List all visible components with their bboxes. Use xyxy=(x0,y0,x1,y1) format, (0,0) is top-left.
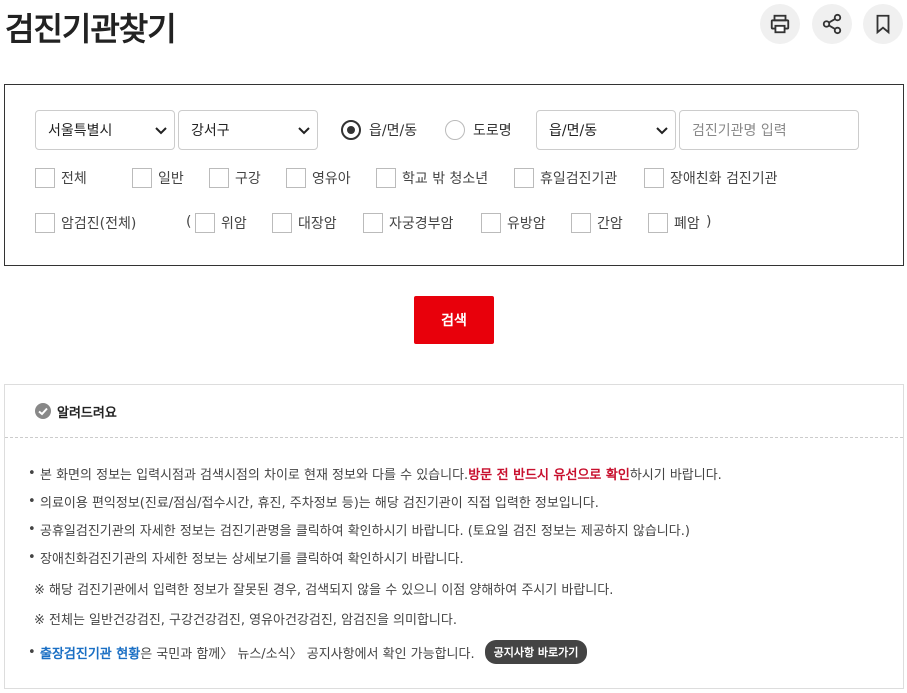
checkbox-cancer-lung[interactable]: 폐암 xyxy=(648,213,700,233)
institution-name-input[interactable]: 검진기관명 입력 xyxy=(679,110,859,150)
checkbox-cancer-stomach[interactable]: 위암 xyxy=(195,213,247,233)
mobile-checkup-link[interactable]: 출장검진기관 현황 xyxy=(40,643,140,662)
print-icon xyxy=(770,14,790,34)
bookmark-button[interactable] xyxy=(863,4,903,44)
notice-board-button[interactable]: 공지사항 바로가기 xyxy=(484,640,588,664)
share-icon xyxy=(822,13,842,35)
print-button[interactable] xyxy=(760,4,800,44)
notice-line: • 의료이용 편익정보(진료/점심/접수시간, 휴진, 주차정보 등)는 해당 … xyxy=(28,494,599,511)
page-title: 검진기관찾기 xyxy=(5,10,177,48)
checkbox-type-youth[interactable]: 학교 밖 청소년 xyxy=(376,168,488,188)
city-select[interactable]: 서울특별시 xyxy=(35,110,175,150)
radio-dong[interactable]: 읍/면/동 xyxy=(341,120,417,140)
checkbox-cancer-colon[interactable]: 대장암 xyxy=(272,213,337,233)
notice-line: ※ 해당 검진기관에서 입력한 정보가 잘못된 경우, 검색되지 않을 수 있으… xyxy=(34,583,614,598)
radio-dot xyxy=(445,120,465,140)
checkbox-type-all[interactable]: 전체 xyxy=(35,168,87,188)
notice-line: ※ 전체는 일반건강검진, 구강건강검진, 영유아건강검진, 암검진을 의미합니… xyxy=(34,613,457,628)
checkbox-cancer-all[interactable]: 암검진(전체) xyxy=(35,213,136,233)
notice-line: • 출장검진기관 현황 은 국민과 함께〉 뉴스/소식〉 공지사항에서 확인 가… xyxy=(28,640,588,664)
dong-select[interactable]: 읍/면/동 xyxy=(536,110,676,150)
checkbox-cancer-breast[interactable]: 유방암 xyxy=(481,213,546,233)
paren-open: ( xyxy=(186,214,192,230)
checkbox-type-infant[interactable]: 영유아 xyxy=(286,168,351,188)
search-button[interactable]: 검색 xyxy=(414,296,494,344)
paren-close: ) xyxy=(706,214,712,230)
check-circle-icon xyxy=(35,403,51,419)
notice-emphasis: 방문 전 반드시 유선으로 확인 xyxy=(468,468,630,483)
notice-line: • 장애친화검진기관의 자세한 정보는 상세보기를 클릭하여 확인하시기 바랍니… xyxy=(28,550,464,567)
notice-line: • 공휴일검진기관의 자세한 정보는 검진기관명을 클릭하여 확인하시기 바랍니… xyxy=(28,522,690,539)
checkbox-cancer-liver[interactable]: 간암 xyxy=(571,213,623,233)
chevron-down-icon xyxy=(656,127,668,135)
bookmark-icon xyxy=(876,14,890,35)
radio-road[interactable]: 도로명 xyxy=(445,120,512,140)
checkbox-type-holiday[interactable]: 휴일검진기관 xyxy=(514,168,617,188)
notice-title: 알려드려요 xyxy=(57,405,117,421)
notice-line: • 본 화면의 정보는 입력시점과 검색시점의 차이로 현재 정보와 다를 수 … xyxy=(28,466,722,483)
chevron-down-icon xyxy=(155,127,167,135)
checkbox-type-general[interactable]: 일반 xyxy=(132,168,184,188)
checkbox-type-oral[interactable]: 구강 xyxy=(209,168,261,188)
checkbox-cancer-cervical[interactable]: 자궁경부암 xyxy=(363,213,453,233)
notice-header: 알려드려요 xyxy=(5,385,903,438)
chevron-down-icon xyxy=(298,127,310,135)
share-button[interactable] xyxy=(812,4,852,44)
checkbox-type-disability[interactable]: 장애친화 검진기관 xyxy=(644,168,778,188)
district-select[interactable]: 강서구 xyxy=(178,110,318,150)
radio-dot xyxy=(341,120,361,140)
